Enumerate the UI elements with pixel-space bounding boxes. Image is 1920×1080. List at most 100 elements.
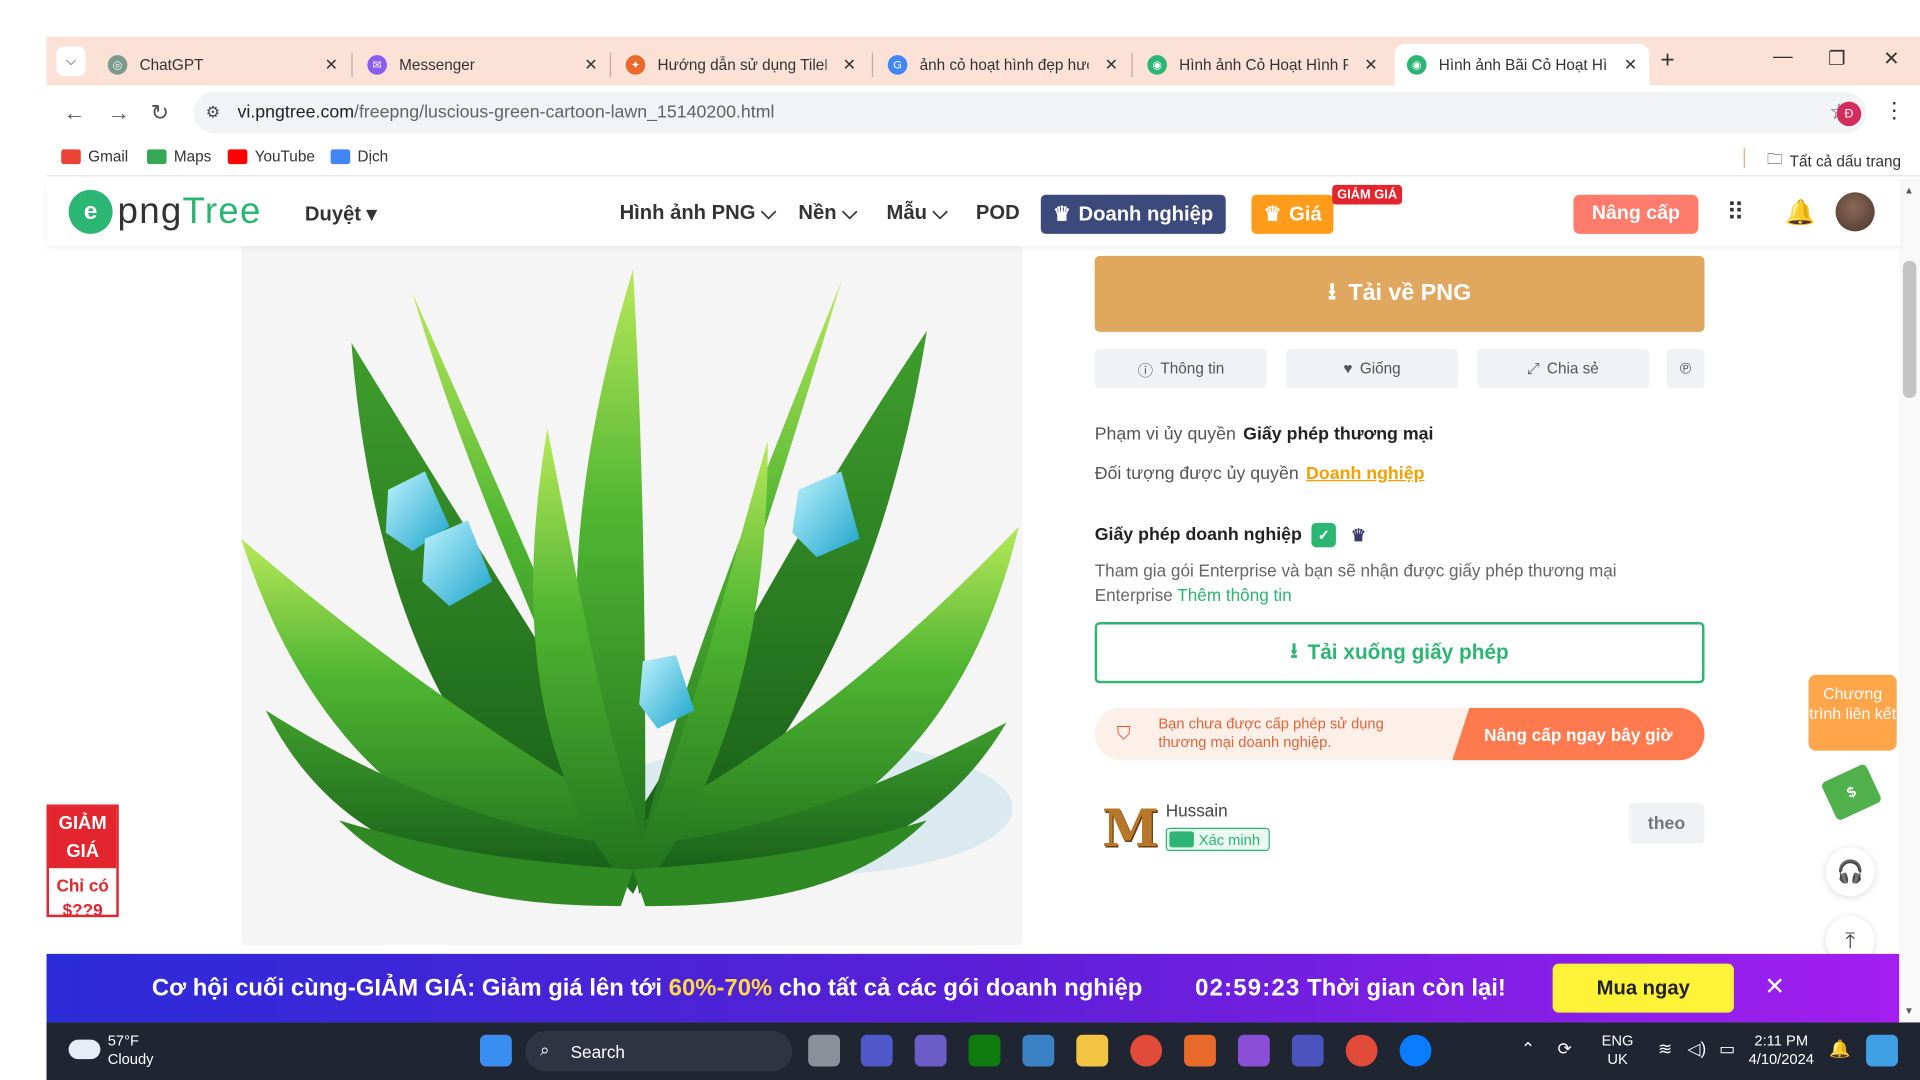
sale-promo-widget[interactable]: GIẢM GIÁ Chỉ có $??9 <box>46 804 119 920</box>
tab-close-icon[interactable]: ✕ <box>1364 55 1377 75</box>
scroll-down-icon[interactable]: ▼ <box>1904 1005 1914 1016</box>
chrome-icon[interactable] <box>1130 1034 1163 1067</box>
author-avatar[interactable]: M <box>1102 798 1159 858</box>
bookmark-item[interactable]: Maps <box>146 148 211 165</box>
scroll-up-icon[interactable]: ▲ <box>1904 185 1914 196</box>
bookmark-item[interactable]: Gmail <box>61 148 128 165</box>
info-icon: ⓘ <box>1137 361 1154 379</box>
address-bar[interactable]: ⚙ vi.pngtree.com/freepng/luscious-green-… <box>193 91 1867 134</box>
support-headset-icon[interactable]: 🎧 <box>1825 847 1875 897</box>
screen: ⌵ ◎ ChatGPT ✕ ✉ Messenger ✕ ✦ Hướng dẫn sử dụng… <box>0 0 1920 1080</box>
bookmark-item[interactable]: Dịch <box>330 148 389 166</box>
browser-tab[interactable]: Gảnh cỏ hoạt hình đẹp hướ ✕ <box>876 44 1131 86</box>
file-explorer-icon[interactable] <box>1076 1034 1109 1067</box>
clock[interactable]: 2:11 PM 4/10/2024 <box>1749 1032 1814 1069</box>
countdown-suffix: Thời gian còn lại! <box>1300 974 1506 1002</box>
tray-chevron-icon[interactable]: ⌃ <box>1521 1039 1535 1058</box>
restore-button[interactable]: ❐ <box>1828 47 1846 71</box>
share-button[interactable]: ⤢ Chia sẻ <box>1476 348 1650 389</box>
download-png-button[interactable]: ⭳ Tải về PNG <box>1094 255 1705 332</box>
nav-templates[interactable]: Mẫu ⌵ <box>887 202 948 225</box>
sale-banner: Cơ hội cuối cùng-GIẢM GIÁ: Giảm giá lên … <box>46 953 1900 1023</box>
store-icon[interactable] <box>1022 1034 1055 1067</box>
download-icon: ⭳ <box>1327 279 1337 305</box>
money-icon[interactable]: $ <box>1820 763 1883 822</box>
scrollbar-thumb[interactable] <box>1902 260 1917 398</box>
nav-pod[interactable]: POD <box>976 202 1020 225</box>
target-link[interactable]: Doanh nghiệp <box>1306 464 1424 484</box>
nav-png-images[interactable]: Hình ảnh PNG ⌵ <box>620 202 777 225</box>
language-indicator[interactable]: ENG UK <box>1602 1032 1634 1069</box>
tab-close-icon[interactable]: ✕ <box>584 55 597 75</box>
more-info-link[interactable]: Thêm thông tin <box>1177 585 1291 605</box>
all-bookmarks[interactable]: 🗀 Tất cả dấu trang <box>1767 148 1901 174</box>
site-info-icon[interactable]: ⚙ <box>206 103 220 123</box>
browse-menu[interactable]: Duyệt ▾ <box>305 202 377 226</box>
chrome-profile-icon[interactable] <box>1345 1034 1378 1067</box>
user-avatar[interactable] <box>1835 192 1875 232</box>
sync-icon[interactable]: ⟳ <box>1558 1039 1572 1058</box>
close-window-button[interactable]: ✕ <box>1883 47 1899 71</box>
buy-now-button[interactable]: Mua ngay <box>1552 963 1734 1013</box>
scope-label: Phạm vi ủy quyền <box>1094 424 1236 445</box>
browser-tab[interactable]: ◉ Hình ảnh Bãi Cỏ Hoạt Hình ✕ <box>1394 44 1650 86</box>
enterprise-button[interactable]: ♛ Doanh nghiệp <box>1040 194 1226 234</box>
tab-close-icon[interactable]: ✕ <box>1624 55 1637 75</box>
tab-close-icon[interactable]: ✕ <box>325 55 338 75</box>
teams-new-icon[interactable] <box>1291 1034 1324 1067</box>
license-scope-row: Phạm vi ủy quyền Giấy phép thương mại <box>1095 425 1434 445</box>
task-view-icon[interactable] <box>808 1034 841 1067</box>
author-name[interactable]: Hussain <box>1166 801 1228 821</box>
tab-close-icon[interactable]: ✕ <box>1105 55 1118 75</box>
info-button[interactable]: ⓘ Thông tin <box>1094 348 1268 389</box>
browser-tab[interactable]: ◎ ChatGPT ✕ <box>96 44 351 86</box>
browser-menu-icon[interactable]: ⋮ <box>1883 98 1905 124</box>
pricing-button[interactable]: ♛ Giá <box>1251 194 1334 234</box>
tab-search-button[interactable]: ⌵ <box>56 46 86 76</box>
copilot-icon[interactable] <box>1866 1034 1898 1067</box>
battery-icon[interactable]: ▭ <box>1719 1039 1735 1058</box>
notification-icon[interactable]: 🔔 <box>1829 1039 1850 1058</box>
volume-icon[interactable]: ◁) <box>1687 1039 1706 1058</box>
tab-separator <box>351 52 353 78</box>
browser-tab[interactable]: ◉ Hình ảnh Cỏ Hoạt Hình PN ✕ <box>1135 44 1390 86</box>
reload-icon[interactable]: ↻ <box>151 100 169 126</box>
apps-grid-icon[interactable]: ⠿ <box>1727 197 1745 228</box>
follow-button[interactable]: theo <box>1628 803 1705 844</box>
new-tab-button[interactable]: + <box>1660 47 1674 75</box>
upgrade-button[interactable]: Nâng cấp <box>1573 194 1699 234</box>
weather-condition: Cloudy <box>107 1050 154 1068</box>
pngtree-logo[interactable]: e pngTree <box>68 189 262 234</box>
url-text[interactable]: vi.pngtree.com/freepng/luscious-green-ca… <box>238 103 775 123</box>
close-banner-icon[interactable]: ✕ <box>1764 971 1785 1002</box>
pinterest-button[interactable]: ℗ <box>1666 348 1705 389</box>
minimize-button[interactable]: — <box>1773 47 1793 69</box>
preview-image[interactable] <box>241 244 1023 946</box>
bookmark-label: Dịch <box>357 148 389 166</box>
zalo-icon[interactable] <box>1399 1034 1432 1067</box>
download-license-button[interactable]: ⭳ Tải xuống giấy phép <box>1094 622 1705 684</box>
teams-icon[interactable] <box>860 1034 893 1067</box>
windows-start-icon[interactable] <box>480 1034 512 1067</box>
profile-avatar[interactable]: Đ <box>1836 101 1862 127</box>
page-scrollbar[interactable]: ▲ ▼ <box>1899 177 1920 1023</box>
notification-bell-icon[interactable]: 🔔 <box>1785 197 1815 228</box>
tab-favicon-icon: ◉ <box>1147 55 1167 75</box>
wifi-icon[interactable]: ≋ <box>1658 1039 1672 1058</box>
visual-studio-icon[interactable] <box>1237 1034 1270 1067</box>
app-icon[interactable] <box>914 1034 947 1067</box>
like-button[interactable]: ♥ Giống <box>1285 348 1459 389</box>
tab-close-icon[interactable]: ✕ <box>843 55 856 75</box>
back-icon[interactable]: ← <box>64 100 86 126</box>
bookmark-item[interactable]: YouTube <box>227 148 315 165</box>
nav-backgrounds[interactable]: Nền ⌵ <box>798 202 857 225</box>
affiliate-program-button[interactable]: Chương trình liên kết <box>1808 674 1897 751</box>
browser-tab[interactable]: ✉ Messenger ✕ <box>355 44 610 86</box>
taskbar-search[interactable]: ⌕ Search <box>525 1031 793 1072</box>
bookmark-favicon-icon <box>227 149 248 165</box>
browser-tab[interactable]: ✦ Hướng dẫn sử dụng TileM ✕ <box>613 44 868 86</box>
xbox-icon[interactable] <box>968 1034 1001 1067</box>
app-icon[interactable] <box>1184 1034 1216 1067</box>
upgrade-now-button[interactable]: Nâng cấp ngay bây giờ <box>1452 707 1705 761</box>
forward-icon[interactable]: → <box>108 100 130 126</box>
